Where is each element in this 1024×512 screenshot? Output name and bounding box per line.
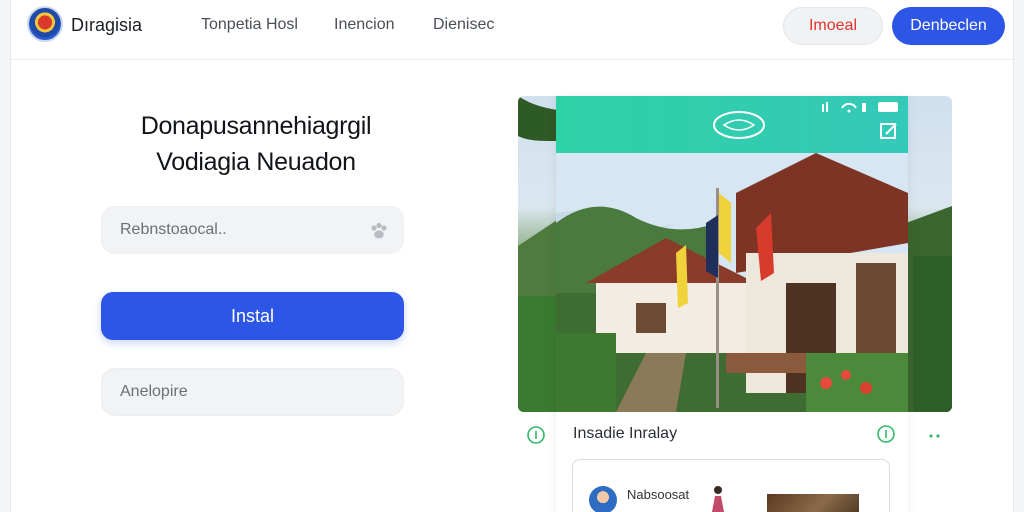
more-dots-icon[interactable] xyxy=(929,434,941,438)
secondary-header-button[interactable]: Imoeal xyxy=(783,7,883,45)
status-icons xyxy=(822,102,898,113)
primary-header-button[interactable]: Denbeclen xyxy=(892,7,1005,45)
phone-preview: Insadie Inralay Nabsoosat ... xyxy=(556,96,908,512)
app-logo-icon xyxy=(713,111,765,139)
paw-icon[interactable] xyxy=(369,221,389,241)
page-headline: Donapusannehiagrgil Vodiagia Neuadon xyxy=(101,108,411,180)
info-circle-icon[interactable] xyxy=(877,425,895,443)
person-figure-icon xyxy=(712,486,724,512)
headline-line-1: Donapusannehiagrgil xyxy=(140,112,372,140)
brand-logo[interactable] xyxy=(27,6,63,42)
text-field-1[interactable] xyxy=(101,206,404,254)
install-button[interactable]: Instal xyxy=(101,292,404,340)
nav-link-2[interactable]: Inencion xyxy=(334,16,395,34)
traditional-house-illustration xyxy=(556,153,908,412)
preview-caption-row: Insadie Inralay xyxy=(556,418,908,450)
brand-name[interactable]: Dıragisia xyxy=(71,15,142,36)
edit-icon[interactable] xyxy=(880,122,898,140)
card-name: Nabsoosat xyxy=(627,487,690,502)
headline-line-2: Vodiagia Neuadon xyxy=(156,148,356,176)
avatar xyxy=(589,486,617,512)
app-window: Dıragisia Tonpetia Hosl Inencion Dienise… xyxy=(10,0,1015,512)
card-subtitle: ... xyxy=(627,505,641,512)
text-input-1[interactable] xyxy=(102,207,403,253)
nav-link-1[interactable]: Tonpetia Hosl xyxy=(201,16,298,34)
phone-app-bar xyxy=(556,96,908,153)
top-navigation-bar: Dıragisia Tonpetia Hosl Inencion Dienise… xyxy=(11,0,1015,60)
house-photo xyxy=(556,153,908,412)
info-circle-icon-left[interactable] xyxy=(527,426,545,444)
preview-caption: Insadie Inralay xyxy=(573,425,678,442)
text-field-2[interactable] xyxy=(101,368,404,416)
nav-link-3[interactable]: Dienisec xyxy=(433,16,494,34)
card-thumbnail xyxy=(767,494,859,512)
text-input-2[interactable] xyxy=(102,369,403,415)
preview-card[interactable]: Nabsoosat ... xyxy=(572,459,890,512)
